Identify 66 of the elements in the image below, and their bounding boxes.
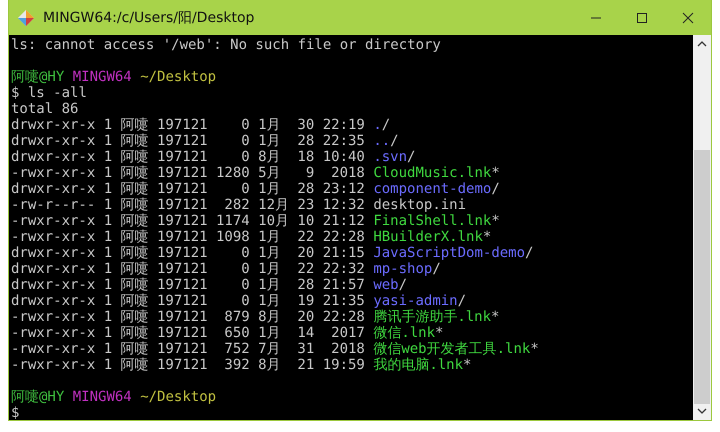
prompt-system: MINGW64 [72,389,132,405]
file-name: .svn [373,149,408,165]
prompt-path: ~/Desktop [140,69,216,85]
prompt-path: ~/Desktop [140,389,216,405]
file-name: 微信.lnk [373,325,436,341]
file-attributes: drwxr-xr-x 1 阿嚏 197121 0 1月 30 22:19 [11,117,365,133]
file-name: mp-shop [373,261,432,277]
file-attributes: -rwxr-xr-x 1 阿嚏 197121 1280 5月 9 2018 [11,165,365,181]
prompt-system: MINGW64 [72,69,132,85]
type-suffix: / [432,261,441,277]
prompt-user: 阿嚏@HY [11,69,64,85]
prompt-symbol: $ [11,405,20,421]
scrollbar[interactable] [693,35,711,420]
type-suffix: * [491,309,500,325]
command-text: ls -all [28,85,87,101]
file-name: 我的电脑.lnk [373,357,464,373]
file-attributes: drwxr-xr-x 1 阿嚏 197121 0 1月 28 23:12 [11,181,365,197]
file-name: HBuilderX.lnk [373,229,483,245]
file-attributes: drwxr-xr-x 1 阿嚏 197121 0 1月 28 22:35 [11,133,365,149]
type-suffix: / [525,245,534,261]
type-suffix: / [458,293,466,309]
file-attributes: drwxr-xr-x 1 阿嚏 197121 0 1月 22 22:32 [11,261,365,277]
file-attributes: -rwxr-xr-x 1 阿嚏 197121 392 8月 21 19:59 [11,357,365,373]
type-suffix: * [435,325,444,341]
close-icon [682,12,694,24]
type-suffix: / [390,133,399,149]
type-suffix: * [463,357,472,373]
file-name: CloudMusic.lnk [373,165,492,181]
type-suffix: * [530,341,539,357]
output-line: ls: cannot access '/web': No such file or directory [11,37,441,53]
file-attributes: drwxr-xr-x 1 阿嚏 197121 0 1月 28 21:57 [11,277,365,293]
file-attributes: -rw-r--r-- 1 阿嚏 197121 282 12月 23 12:32 [11,197,365,213]
type-suffix: / [398,277,408,293]
file-attributes: -rwxr-xr-x 1 阿嚏 197121 1098 1月 22 22:28 [11,229,365,245]
file-name: web [373,277,399,293]
file-attributes: -rwxr-xr-x 1 阿嚏 197121 650 1月 14 2017 [11,325,365,341]
file-attributes: -rwxr-xr-x 1 阿嚏 197121 752 7月 31 2018 [11,341,365,357]
type-suffix: / [491,181,500,197]
type-suffix: / [382,117,390,133]
diamond-icon [17,8,35,26]
file-attributes: drwxr-xr-x 1 阿嚏 197121 0 8月 18 10:40 [11,149,365,165]
file-name: 微信web开发者工具.lnk [373,341,530,357]
output-line: total 86 [11,101,78,117]
scroll-up-icon[interactable] [697,41,707,47]
scroll-down-icon[interactable] [697,408,707,414]
prompt-symbol: $ [11,85,20,101]
type-suffix: / [407,149,416,165]
file-name: .. [373,133,390,149]
maximize-icon [636,12,648,24]
type-suffix: * [482,229,492,245]
file-name: . [373,117,382,133]
file-name: yasi-admin [373,293,458,309]
file-name: desktop.ini [373,197,466,213]
window-title: MINGW64:/c/Users/阳/Desktop [43,8,256,26]
prompt-user: 阿嚏@HY [11,389,64,405]
file-attributes: drwxr-xr-x 1 阿嚏 197121 0 1月 19 21:35 [11,293,365,309]
file-attributes: drwxr-xr-x 1 阿嚏 197121 0 1月 20 21:15 [11,245,365,261]
file-attributes: -rwxr-xr-x 1 阿嚏 197121 1174 10月 10 21:12 [11,213,365,229]
file-name: 腾讯手游助手.lnk [373,309,492,325]
type-suffix: * [491,213,500,229]
type-suffix: * [491,165,500,181]
file-attributes: -rwxr-xr-x 1 阿嚏 197121 879 8月 20 22:28 [11,309,365,325]
scroll-thumb[interactable] [694,150,710,404]
file-name: JavaScriptDom-demo [373,245,526,261]
file-name: FinalShell.lnk [373,213,492,229]
file-name: component-demo [373,181,492,197]
